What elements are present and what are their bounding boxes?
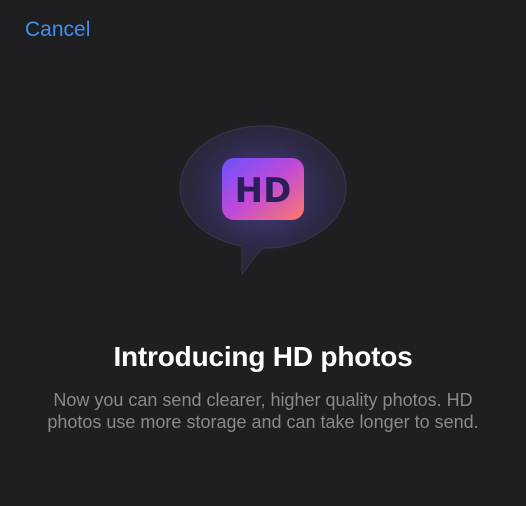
cancel-button[interactable]: Cancel <box>25 16 90 44</box>
hd-badge-text: HD <box>235 171 292 211</box>
hd-chat-bubble-icon: HD <box>170 118 360 308</box>
description-text: Now you can send clearer, higher quality… <box>47 390 479 432</box>
page-title: Introducing HD photos <box>113 341 413 372</box>
